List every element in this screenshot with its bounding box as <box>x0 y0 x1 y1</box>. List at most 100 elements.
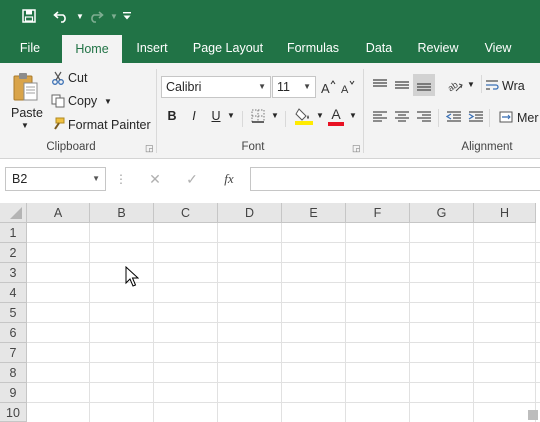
increase-font-icon[interactable]: A <box>320 78 336 96</box>
row-header-8[interactable]: 8 <box>0 363 27 383</box>
ribbon-tabs: File Home Insert Page Layout Formulas Da… <box>0 33 540 63</box>
save-icon[interactable] <box>18 6 40 26</box>
row-header-10[interactable]: 10 <box>0 403 27 422</box>
name-box-value: B2 <box>12 172 28 186</box>
copy-icon[interactable] <box>50 93 66 109</box>
tab-file[interactable]: File <box>12 33 48 63</box>
align-left-icon[interactable] <box>371 108 389 126</box>
cut-button[interactable]: Cut <box>68 71 87 85</box>
align-top-icon[interactable] <box>371 76 389 94</box>
format-painter-button[interactable]: Format Painter <box>68 118 151 132</box>
column-header-c[interactable]: C <box>154 203 218 223</box>
bold-button[interactable]: B <box>163 106 181 126</box>
wrap-text-icon[interactable] <box>484 76 500 94</box>
grid-line <box>27 282 540 283</box>
decrease-font-icon[interactable]: A <box>340 78 356 96</box>
font-group-label: Font <box>241 141 265 153</box>
row-header-5[interactable]: 5 <box>0 303 27 323</box>
copy-dropdown-icon[interactable]: ▼ <box>104 97 112 106</box>
tab-formulas[interactable]: Formulas <box>282 33 344 63</box>
clipboard-group-label: Clipboard <box>46 141 96 153</box>
orientation-icon[interactable]: ab <box>446 76 464 94</box>
grid-line <box>27 362 540 363</box>
chevron-down-icon: ▼ <box>92 174 100 183</box>
tab-view[interactable]: View <box>478 33 518 63</box>
tab-data[interactable]: Data <box>361 33 397 63</box>
grid-line <box>27 302 540 303</box>
grid-line <box>27 402 540 403</box>
italic-button[interactable]: I <box>185 106 203 126</box>
column-header-g[interactable]: G <box>410 203 474 223</box>
decrease-indent-icon[interactable] <box>445 108 463 126</box>
group-divider <box>363 69 364 153</box>
fill-color-dropdown-icon[interactable]: ▼ <box>316 111 324 120</box>
tab-review[interactable]: Review <box>413 33 463 63</box>
paste-button[interactable]: Paste <box>11 106 43 120</box>
merge-center-button[interactable]: Mer <box>517 111 539 125</box>
fill-color-icon[interactable] <box>294 106 314 126</box>
grid-line <box>27 242 540 243</box>
resize-grip-icon[interactable] <box>528 410 538 420</box>
insert-function-button[interactable]: fx <box>219 170 239 188</box>
row-header-6[interactable]: 6 <box>0 323 27 343</box>
align-bottom-icon[interactable] <box>413 74 435 96</box>
row-header-4[interactable]: 4 <box>0 283 27 303</box>
select-all-corner[interactable] <box>0 203 27 223</box>
customize-toolbar-icon[interactable] <box>116 6 138 26</box>
column-header-d[interactable]: D <box>218 203 282 223</box>
font-launcher-icon[interactable]: ◲ <box>352 143 361 154</box>
grid-line <box>27 342 540 343</box>
align-right-icon[interactable] <box>415 108 433 126</box>
wrap-text-button[interactable]: Wra <box>502 79 525 93</box>
enter-icon[interactable]: ✓ <box>183 170 201 188</box>
chevron-down-icon: ▼ <box>258 82 266 91</box>
grid-line <box>27 382 540 383</box>
align-center-icon[interactable] <box>393 108 411 126</box>
font-size-select[interactable]: 11 ▼ <box>272 76 316 98</box>
alignment-group-label: Alignment <box>461 141 513 153</box>
format-painter-icon[interactable] <box>50 116 66 132</box>
row-header-7[interactable]: 7 <box>0 343 27 363</box>
font-color-icon[interactable]: A <box>327 106 345 126</box>
align-middle-icon[interactable] <box>393 76 411 94</box>
column-header-h[interactable]: H <box>474 203 536 223</box>
merge-center-icon[interactable] <box>498 108 514 126</box>
font-name-select[interactable]: Calibri ▼ <box>161 76 271 98</box>
paste-icon[interactable] <box>10 71 40 103</box>
cancel-icon[interactable]: ✕ <box>146 170 164 188</box>
font-color-dropdown-icon[interactable]: ▼ <box>349 111 357 120</box>
chevron-down-icon: ▼ <box>303 82 311 91</box>
column-header-a[interactable]: A <box>27 203 90 223</box>
svg-text:A: A <box>321 81 330 95</box>
tab-page-layout[interactable]: Page Layout <box>188 33 268 63</box>
formula-input[interactable] <box>250 167 540 191</box>
grid-line <box>27 322 540 323</box>
orientation-dropdown-icon[interactable]: ▼ <box>467 80 475 89</box>
increase-indent-icon[interactable] <box>467 108 485 126</box>
copy-button[interactable]: Copy <box>68 94 97 108</box>
ribbon-home: Paste ▼ Cut Copy ▼ Format Painter Clipbo… <box>0 63 540 159</box>
tab-insert[interactable]: Insert <box>130 33 174 63</box>
borders-dropdown-icon[interactable]: ▼ <box>271 111 279 120</box>
paste-dropdown-icon[interactable]: ▼ <box>21 121 29 130</box>
worksheet-grid[interactable] <box>0 203 540 422</box>
name-box[interactable]: B2 ▼ <box>5 167 106 191</box>
borders-icon[interactable] <box>250 108 266 124</box>
font-color-letter: A <box>331 105 341 122</box>
inline-divider <box>489 109 490 127</box>
row-header-1[interactable]: 1 <box>0 223 27 243</box>
column-header-e[interactable]: E <box>282 203 346 223</box>
row-header-3[interactable]: 3 <box>0 263 27 283</box>
column-header-f[interactable]: F <box>346 203 410 223</box>
underline-button[interactable]: U <box>207 106 225 126</box>
resize-dots-icon[interactable]: ⋮ <box>115 170 127 188</box>
row-header-9[interactable]: 9 <box>0 383 27 403</box>
tab-home[interactable]: Home <box>62 35 122 63</box>
svg-text:ab: ab <box>447 79 460 93</box>
clipboard-launcher-icon[interactable]: ◲ <box>145 143 154 154</box>
svg-text:A: A <box>341 84 349 95</box>
cut-icon[interactable] <box>50 70 66 86</box>
column-header-b[interactable]: B <box>90 203 154 223</box>
underline-dropdown-icon[interactable]: ▼ <box>227 111 235 120</box>
row-header-2[interactable]: 2 <box>0 243 27 263</box>
